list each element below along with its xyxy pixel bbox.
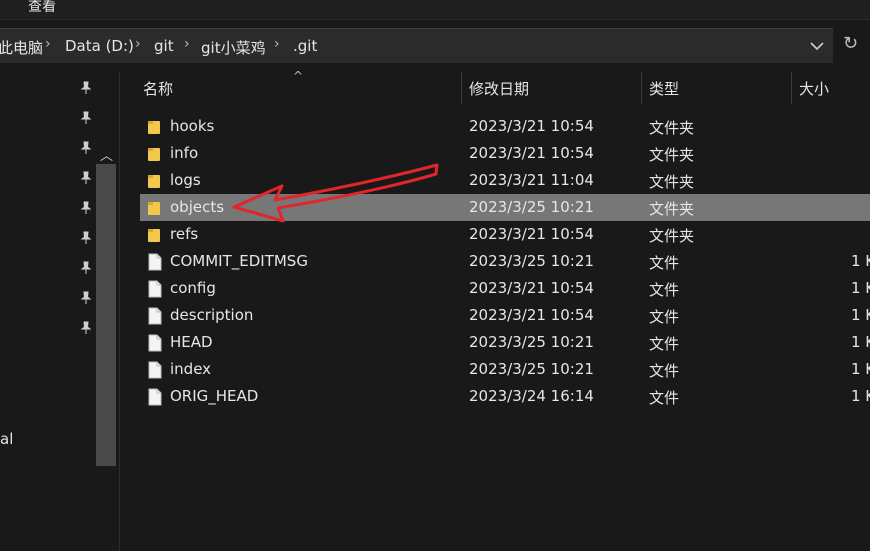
- pin-icon[interactable]: [79, 261, 93, 275]
- chevron-down-icon[interactable]: [805, 34, 829, 58]
- file-type: 文件: [649, 335, 680, 353]
- pin-icon[interactable]: [79, 321, 93, 335]
- file-icon: [147, 334, 163, 352]
- breadcrumb-drive[interactable]: Data (D:): [65, 37, 134, 55]
- file-size: 1 K: [851, 360, 870, 378]
- folder-icon: [147, 199, 163, 217]
- pin-icon[interactable]: [79, 171, 93, 185]
- breadcrumb-chevron-icon[interactable]: ›: [135, 36, 141, 52]
- file-date: 2023/3/21 10:54: [469, 117, 594, 135]
- breadcrumb-chevron-icon[interactable]: ›: [184, 36, 190, 52]
- file-icon: [147, 307, 163, 325]
- file-type: 文件夹: [649, 173, 695, 191]
- file-type: 文件夹: [649, 146, 695, 164]
- file-row-info[interactable]: info 2023/3/21 10:54 文件夹: [140, 140, 870, 167]
- breadcrumb-git-folder[interactable]: git小菜鸡: [201, 37, 266, 58]
- refresh-icon[interactable]: ↻: [843, 33, 858, 54]
- file-icon: [147, 280, 163, 298]
- file-icon: [147, 388, 163, 406]
- menu-bar: 查看: [0, 0, 870, 19]
- pin-icon[interactable]: [79, 291, 93, 305]
- navigation-pane: ︿ al: [0, 72, 119, 551]
- file-date: 2023/3/24 16:14: [469, 387, 594, 405]
- file-row-logs[interactable]: logs 2023/3/21 11:04 文件夹: [140, 167, 870, 194]
- file-list: ^ 名称 修改日期 类型 大小 hooks 2023/3/21 10:54 文件夹 i…: [120, 69, 870, 551]
- file-date: 2023/3/25 10:21: [469, 252, 594, 270]
- breadcrumb-git[interactable]: git: [154, 37, 174, 55]
- file-type: 文件夹: [649, 119, 695, 137]
- file-row-description[interactable]: description 2023/3/21 10:54 文件 1 K: [140, 302, 870, 329]
- file-type: 文件: [649, 362, 680, 380]
- address-bar[interactable]: 此电脑 › Data (D:) › git › git小菜鸡 › .git: [0, 28, 833, 63]
- file-name: objects: [170, 198, 225, 216]
- file-row-refs[interactable]: refs 2023/3/21 10:54 文件夹: [140, 221, 870, 248]
- file-type: 文件夹: [649, 227, 695, 245]
- folder-icon: [147, 118, 163, 136]
- file-name: logs: [170, 171, 201, 189]
- file-name: ORIG_HEAD: [170, 387, 259, 405]
- address-row: 此电脑 › Data (D:) › git › git小菜鸡 › .git ↻: [0, 20, 870, 72]
- file-icon: [147, 361, 163, 379]
- file-date: 2023/3/25 10:21: [469, 360, 594, 378]
- file-date: 2023/3/21 10:54: [469, 306, 594, 324]
- file-date: 2023/3/21 11:04: [469, 171, 594, 189]
- menu-view[interactable]: 查看: [28, 0, 56, 16]
- file-name: description: [170, 306, 254, 324]
- column-separator[interactable]: [461, 72, 462, 104]
- folder-icon: [147, 226, 163, 244]
- file-name: COMMIT_EDITMSG: [170, 252, 308, 270]
- breadcrumb-this-pc[interactable]: 此电脑: [0, 37, 43, 58]
- sort-ascending-icon: ^: [293, 69, 304, 83]
- file-row-hooks[interactable]: hooks 2023/3/21 10:54 文件夹: [140, 113, 870, 140]
- file-size: 1 K: [851, 306, 870, 324]
- pin-icon[interactable]: [79, 111, 93, 125]
- file-row-commit-editmsg[interactable]: COMMIT_EDITMSG 2023/3/25 10:21 文件 1 K: [140, 248, 870, 275]
- file-date: 2023/3/21 10:54: [469, 225, 594, 243]
- pin-icon[interactable]: [79, 141, 93, 155]
- column-header-type[interactable]: 类型: [649, 78, 679, 99]
- folder-icon: [147, 145, 163, 163]
- file-type: 文件: [649, 389, 680, 407]
- nav-scrollbar-thumb[interactable]: [96, 164, 116, 466]
- file-type: 文件: [649, 254, 680, 272]
- file-row-index[interactable]: index 2023/3/25 10:21 文件 1 K: [140, 356, 870, 383]
- file-icon: [147, 253, 163, 271]
- file-date: 2023/3/21 10:54: [469, 144, 594, 162]
- file-name: info: [170, 144, 199, 162]
- file-row-config[interactable]: config 2023/3/21 10:54 文件 1 K: [140, 275, 870, 302]
- file-name: hooks: [170, 117, 215, 135]
- file-date: 2023/3/25 10:21: [469, 198, 594, 216]
- breadcrumb-chevron-icon[interactable]: ›: [45, 36, 51, 52]
- file-type: 文件: [649, 308, 680, 326]
- file-name: index: [170, 360, 212, 378]
- file-type: 文件夹: [649, 200, 695, 218]
- file-name: refs: [170, 225, 199, 243]
- file-row-objects[interactable]: objects 2023/3/25 10:21 文件夹: [140, 194, 870, 221]
- file-row-head[interactable]: HEAD 2023/3/25 10:21 文件 1 K: [140, 329, 870, 356]
- file-name: HEAD: [170, 333, 213, 351]
- file-size: 1 K: [851, 387, 870, 405]
- chevron-up-icon[interactable]: ︿: [100, 145, 113, 164]
- file-type: 文件: [649, 281, 680, 299]
- column-separator[interactable]: [641, 72, 642, 104]
- folder-icon: [147, 172, 163, 190]
- column-header-name[interactable]: 名称: [143, 78, 173, 99]
- column-header-size[interactable]: 大小: [799, 78, 829, 99]
- breadcrumb-chevron-icon[interactable]: ›: [274, 36, 280, 52]
- nav-item-label[interactable]: al: [0, 430, 13, 448]
- file-row-orig-head[interactable]: ORIG_HEAD 2023/3/24 16:14 文件 1 K: [140, 383, 870, 410]
- file-size: 1 K: [851, 252, 870, 270]
- file-size: 1 K: [851, 279, 870, 297]
- file-date: 2023/3/21 10:54: [469, 279, 594, 297]
- pin-icon[interactable]: [79, 201, 93, 215]
- pin-icon[interactable]: [79, 81, 93, 95]
- file-date: 2023/3/25 10:21: [469, 333, 594, 351]
- column-separator[interactable]: [791, 72, 792, 104]
- file-name: config: [170, 279, 216, 297]
- pin-icon[interactable]: [79, 231, 93, 245]
- file-size: 1 K: [851, 333, 870, 351]
- column-header-date[interactable]: 修改日期: [469, 78, 529, 99]
- breadcrumb-dotgit[interactable]: .git: [293, 37, 317, 55]
